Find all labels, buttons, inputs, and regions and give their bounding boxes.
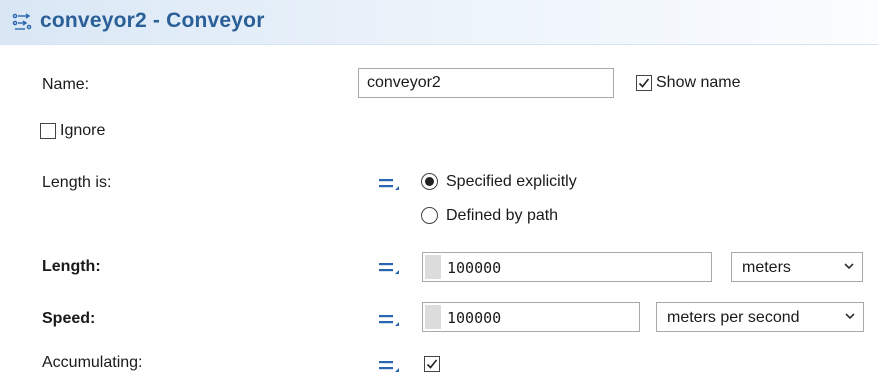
name-field[interactable]	[358, 68, 614, 98]
length-static-value-icon[interactable]	[378, 259, 400, 277]
panel-header: conveyor2 - Conveyor	[0, 0, 878, 45]
length-label: Length:	[42, 258, 101, 275]
accumulating-label: Accumulating:	[42, 354, 143, 371]
chevron-down-icon	[845, 313, 855, 320]
conveyor-icon	[12, 13, 32, 30]
radio-defined-by-path[interactable]	[421, 207, 438, 224]
speed-unit-select[interactable]: meters per second	[656, 302, 864, 332]
length-unit-value: meters	[742, 259, 791, 276]
option-defined-by-path: Defined by path	[446, 207, 559, 224]
panel-title: conveyor2 - Conveyor	[40, 9, 265, 32]
radio-specified-explicitly[interactable]	[421, 173, 438, 190]
speed-unit-value: meters per second	[667, 309, 800, 326]
ignore-label: Ignore	[60, 122, 106, 139]
length-value: 100000	[447, 259, 502, 277]
option-specified-explicitly: Specified explicitly	[446, 173, 577, 190]
checkmark-icon	[638, 78, 650, 88]
accumulating-checkbox[interactable]	[424, 356, 440, 372]
speed-field[interactable]: 100000	[422, 302, 640, 332]
checkmark-icon	[426, 359, 438, 369]
length-unit-select[interactable]: meters	[731, 252, 863, 282]
length-field[interactable]: 100000	[422, 252, 712, 282]
radio-selected-dot	[425, 177, 434, 186]
ignore-checkbox[interactable]	[40, 123, 56, 139]
length-field-gutter	[425, 255, 441, 279]
chevron-down-icon	[844, 263, 854, 270]
static-value-toggle-icon[interactable]	[378, 175, 400, 193]
name-label: Name:	[42, 76, 90, 93]
speed-label: Speed:	[42, 310, 96, 327]
speed-static-value-icon[interactable]	[378, 311, 400, 329]
show-name-checkbox[interactable]	[636, 75, 652, 91]
length-is-label: Length is:	[42, 174, 112, 191]
accumulating-static-value-icon[interactable]	[378, 357, 400, 375]
name-input[interactable]	[359, 69, 613, 97]
show-name-label: Show name	[656, 74, 741, 91]
speed-field-gutter	[425, 305, 441, 329]
speed-value: 100000	[447, 309, 502, 327]
